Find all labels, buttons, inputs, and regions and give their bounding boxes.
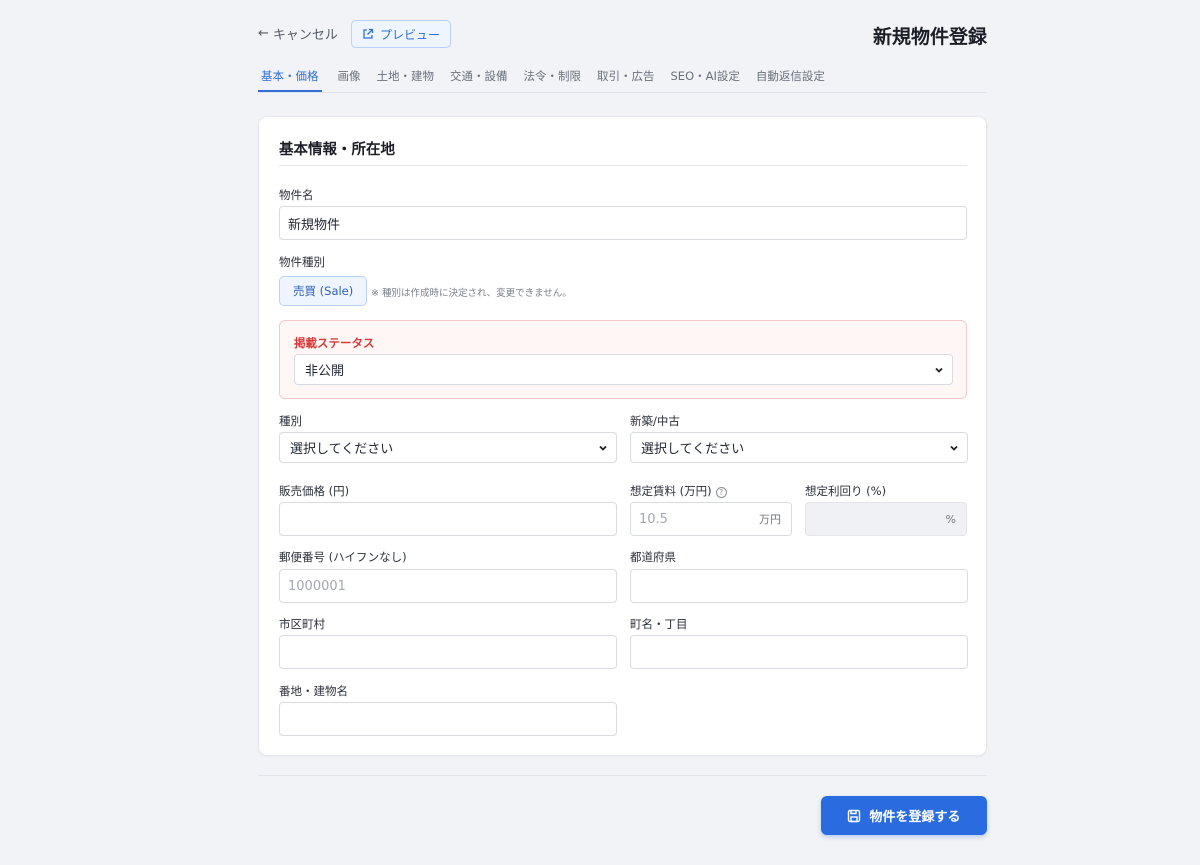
tab-laws-restrictions[interactable]: 法令・制限: [524, 66, 582, 92]
yield-input: %: [805, 502, 967, 536]
chevron-down-icon: [935, 367, 943, 373]
address-label: 番地・建物名: [279, 684, 348, 698]
town-input[interactable]: [630, 635, 968, 669]
section-title: 基本情報・所在地: [279, 142, 395, 158]
property-type-note: ※ 種別は作成時に決定され、変更できません。: [371, 288, 572, 299]
status-select[interactable]: 非公開: [294, 354, 953, 385]
preview-button[interactable]: プレビュー: [351, 20, 452, 48]
kind-select[interactable]: 選択してください: [279, 432, 617, 463]
town-label: 町名・丁目: [630, 617, 688, 631]
status-box: 掲載ステータス 非公開: [279, 320, 967, 399]
top-bar: ← キャンセル プレビュー 新規物件登録: [258, 20, 987, 48]
preview-label: プレビュー: [380, 27, 441, 42]
new-used-select[interactable]: 選択してください: [630, 432, 968, 463]
postal-label: 郵便番号 (ハイフンなし): [279, 550, 407, 564]
chevron-down-icon: [599, 445, 607, 451]
tab-transport-facilities[interactable]: 交通・設備: [450, 66, 508, 92]
section-divider: [279, 165, 967, 166]
city-label: 市区町村: [279, 617, 325, 631]
status-value: 非公開: [305, 364, 345, 379]
status-label: 掲載ステータス: [294, 336, 375, 350]
help-icon[interactable]: ?: [715, 487, 727, 498]
address-input[interactable]: [279, 702, 617, 736]
chevron-down-icon: [950, 445, 958, 451]
cancel-label: キャンセル: [272, 28, 338, 43]
yield-unit: %: [945, 512, 956, 526]
tab-seo-ai[interactable]: SEO・AI設定: [671, 66, 740, 92]
save-icon: [848, 809, 861, 822]
kind-label: 種別: [279, 414, 302, 428]
new-used-label: 新築/中古: [630, 414, 680, 428]
rent-label: 想定賃料 (万円): [630, 484, 712, 498]
tab-basic-price[interactable]: 基本・価格: [258, 66, 322, 92]
register-button[interactable]: 物件を登録する: [821, 796, 987, 835]
external-link-icon: [363, 28, 374, 39]
property-name-input[interactable]: 新規物件: [279, 206, 967, 240]
kind-value: 選択してください: [290, 442, 394, 457]
city-input[interactable]: [279, 635, 617, 669]
tab-land-building[interactable]: 土地・建物: [377, 66, 435, 92]
rent-unit: 万円: [759, 513, 781, 526]
form-card: 基本情報・所在地 物件名 新規物件 物件種別 売買 (Sale) ※ 種別は作成…: [258, 116, 987, 756]
yield-label: 想定利回り (%): [805, 484, 887, 498]
new-used-value: 選択してください: [641, 442, 745, 457]
tab-bar: 基本・価格 画像 土地・建物 交通・設備 法令・制限 取引・広告 SEO・AI設…: [258, 66, 987, 93]
rent-placeholder: 10.5: [639, 511, 668, 527]
price-label: 販売価格 (円): [279, 484, 350, 498]
tab-transaction-ads[interactable]: 取引・広告: [597, 66, 655, 92]
page-title: 新規物件登録: [872, 26, 987, 48]
property-name-label: 物件名: [279, 188, 314, 202]
property-type-label: 物件種別: [279, 255, 325, 269]
cancel-link[interactable]: ← キャンセル: [258, 24, 338, 43]
property-type-chip: 売買 (Sale): [279, 276, 368, 306]
arrow-left-icon: ←: [258, 26, 269, 41]
tab-images[interactable]: 画像: [338, 66, 361, 92]
rent-label-wrap: 想定賃料 (万円)?: [630, 483, 727, 499]
tab-auto-reply[interactable]: 自動返信設定: [756, 66, 825, 92]
rent-input[interactable]: 10.5 万円: [630, 502, 792, 536]
price-input[interactable]: [279, 502, 617, 536]
prefecture-label: 都道府県: [630, 550, 676, 564]
register-label: 物件を登録する: [869, 810, 961, 825]
footer-divider: [258, 775, 987, 776]
postal-input[interactable]: 1000001: [279, 569, 617, 603]
prefecture-input[interactable]: [630, 569, 968, 603]
